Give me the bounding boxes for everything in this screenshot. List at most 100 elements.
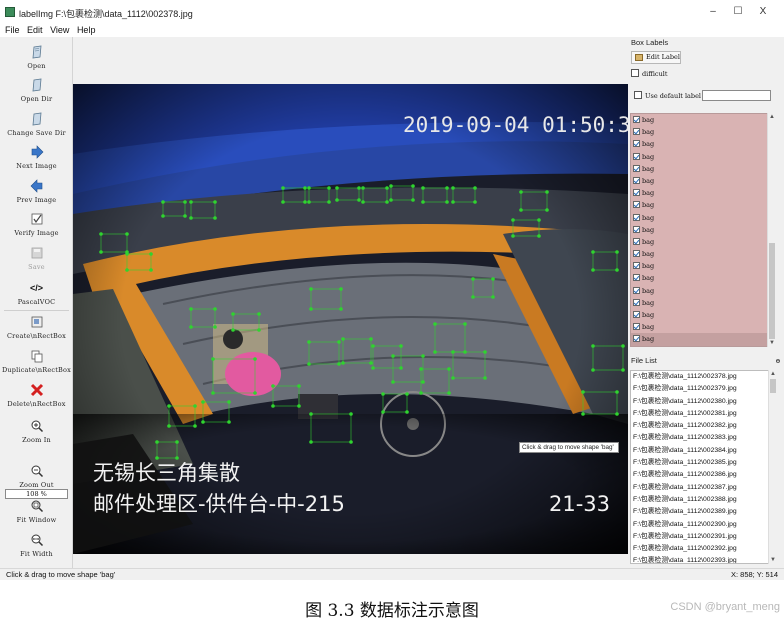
bbox-vertex-handle[interactable] [271, 404, 275, 408]
bbox-vertex-handle[interactable] [381, 410, 385, 414]
label-list-item[interactable]: bag [631, 126, 774, 138]
bbox-vertex-handle[interactable] [227, 400, 231, 404]
format-toggle-button[interactable]: </> PascalVOC [0, 281, 73, 306]
bbox-vertex-handle[interactable] [309, 412, 313, 416]
bbox-vertex-handle[interactable] [621, 368, 625, 372]
verify-image-button[interactable]: Verify Image [0, 212, 73, 237]
label-list-item[interactable]: bag [631, 199, 774, 211]
bbox-vertex-handle[interactable] [307, 186, 311, 190]
bbox-vertex-handle[interactable] [193, 404, 197, 408]
file-list-item[interactable]: F:\包裹检测\data_1112\002393.jpg [631, 555, 775, 563]
bbox-vertex-handle[interactable] [339, 287, 343, 291]
label-list-item[interactable]: bag [631, 187, 774, 199]
bbox-vertex-handle[interactable] [433, 322, 437, 326]
bbox-vertex-handle[interactable] [189, 307, 193, 311]
label-visible-checkbox[interactable] [633, 311, 640, 318]
label-list-item[interactable]: bag [631, 236, 774, 248]
label-list-item[interactable]: bag [631, 114, 774, 126]
bbox-vertex-handle[interactable] [253, 357, 257, 361]
bbox-vertex-handle[interactable] [615, 268, 619, 272]
bbox-vertex-handle[interactable] [519, 208, 523, 212]
bbox-vertex-handle[interactable] [167, 424, 171, 428]
bbox-vertex-handle[interactable] [471, 277, 475, 281]
bbox-vertex-handle[interactable] [615, 390, 619, 394]
bbox-vertex-handle[interactable] [357, 186, 361, 190]
bbox-vertex-handle[interactable] [463, 322, 467, 326]
file-list-item[interactable]: F:\包裹检测\data_1112\002392.jpg [631, 543, 775, 555]
bbox-vertex-handle[interactable] [231, 312, 235, 316]
bbox-vertex-handle[interactable] [211, 391, 215, 395]
file-list[interactable]: F:\包裹检测\data_1112\002378.jpg F:\包裹检测\data… [630, 370, 776, 564]
bbox-vertex-handle[interactable] [99, 232, 103, 236]
label-list-item[interactable]: bag [631, 297, 774, 309]
file-list-item[interactable]: F:\包裹检测\data_1112\002384.jpg [631, 445, 775, 457]
edit-label-button[interactable]: Edit Label [631, 51, 681, 64]
bbox-vertex-handle[interactable] [303, 200, 307, 204]
bbox-vertex-handle[interactable] [411, 198, 415, 202]
bbox-vertex-handle[interactable] [149, 252, 153, 256]
bbox-vertex-handle[interactable] [189, 216, 193, 220]
file-list-item[interactable]: F:\包裹检测\data_1112\002378.jpg [631, 371, 775, 383]
file-list-item[interactable]: F:\包裹检测\data_1112\002383.jpg [631, 432, 775, 444]
label-visible-checkbox[interactable] [633, 152, 640, 160]
file-list-item[interactable]: F:\包裹检测\data_1112\002390.jpg [631, 519, 775, 531]
change-save-dir-button[interactable]: Change Save Dir [0, 112, 73, 137]
bbox-vertex-handle[interactable] [357, 198, 361, 202]
zoom-out-button[interactable]: Zoom Out [0, 464, 73, 489]
label-list-item[interactable]: bag [631, 138, 774, 150]
label-list-item[interactable]: bag [631, 260, 774, 272]
bbox-vertex-handle[interactable] [125, 268, 129, 272]
file-list-item[interactable]: F:\包裹检测\data_1112\002381.jpg [631, 408, 775, 420]
bbox-vertex-handle[interactable] [307, 340, 311, 344]
label-visible-checkbox[interactable] [633, 164, 640, 172]
bbox-vertex-handle[interactable] [361, 200, 365, 204]
bbox-vertex-handle[interactable] [369, 337, 373, 341]
bbox-vertex-handle[interactable] [155, 456, 159, 460]
bbox-vertex-handle[interactable] [447, 391, 451, 395]
menu-edit[interactable]: Edit [27, 24, 43, 37]
bbox-vertex-handle[interactable] [421, 200, 425, 204]
bbox-vertex-handle[interactable] [337, 362, 341, 366]
save-button[interactable]: Save [0, 246, 73, 271]
open-dir-button[interactable]: Open Dir [0, 78, 73, 103]
bbox-vertex-handle[interactable] [391, 380, 395, 384]
bbox-vertex-handle[interactable] [349, 440, 353, 444]
annotation-canvas[interactable]: 2019-09-04 01:50:32 无锡长三角集散 邮件处理区-供件台-中-… [73, 37, 628, 568]
label-visible-checkbox[interactable] [633, 140, 640, 148]
bbox-vertex-handle[interactable] [463, 350, 467, 354]
bbox-vertex-handle[interactable] [511, 218, 515, 222]
difficult-checkbox[interactable]: difficult [631, 69, 667, 78]
bbox-vertex-handle[interactable] [335, 198, 339, 202]
label-list-item[interactable]: bag [631, 272, 774, 284]
bbox-vertex-handle[interactable] [391, 354, 395, 358]
create-rectbox-button[interactable]: Create\nRectBox [0, 315, 73, 340]
bbox-vertex-handle[interactable] [161, 200, 165, 204]
bbox-vertex-handle[interactable] [445, 200, 449, 204]
label-list-item[interactable]: bag [631, 309, 774, 321]
bbox-vertex-handle[interactable] [389, 198, 393, 202]
zoom-in-button[interactable]: Zoom In [0, 419, 73, 444]
scroll-thumb[interactable] [770, 379, 776, 393]
bbox-vertex-handle[interactable] [369, 361, 373, 365]
bbox-vertex-handle[interactable] [471, 295, 475, 299]
bbox-vertex-handle[interactable] [473, 200, 477, 204]
bbox-vertex-handle[interactable] [155, 440, 159, 444]
fit-window-button[interactable]: Fit Window [0, 499, 73, 524]
bbox-vertex-handle[interactable] [615, 412, 619, 416]
bbox-vertex-handle[interactable] [193, 424, 197, 428]
default-label-input[interactable] [702, 90, 771, 101]
label-visible-checkbox[interactable] [633, 128, 640, 136]
bbox-vertex-handle[interactable] [581, 412, 585, 416]
bbox-vertex-handle[interactable] [399, 344, 403, 348]
label-list-item[interactable]: bag [631, 175, 774, 187]
bbox-vertex-handle[interactable] [445, 186, 449, 190]
use-default-label-checkbox[interactable]: Use default label [634, 91, 701, 100]
scroll-down-icon[interactable]: ▼ [768, 339, 776, 347]
bbox-vertex-handle[interactable] [419, 367, 423, 371]
bbox-vertex-handle[interactable] [327, 200, 331, 204]
bbox-vertex-handle[interactable] [257, 312, 261, 316]
open-button[interactable]: Open [0, 45, 73, 70]
label-visible-checkbox[interactable] [633, 335, 640, 343]
difficult-checkbox-box[interactable] [631, 69, 639, 77]
file-list-item[interactable]: F:\包裹检测\data_1112\002389.jpg [631, 506, 775, 518]
